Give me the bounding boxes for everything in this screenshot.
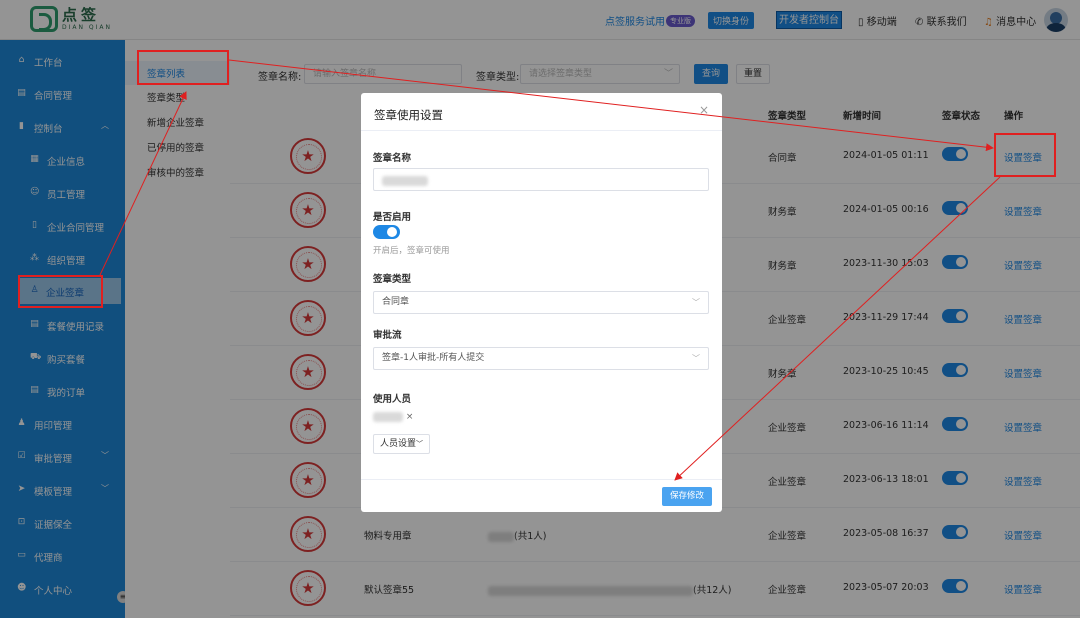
- annotation-arrow: [674, 176, 1001, 481]
- annotation-arrow: [99, 91, 187, 276]
- annotation-arrow: [228, 59, 994, 152]
- annotation-arrows: [99, 59, 1001, 481]
